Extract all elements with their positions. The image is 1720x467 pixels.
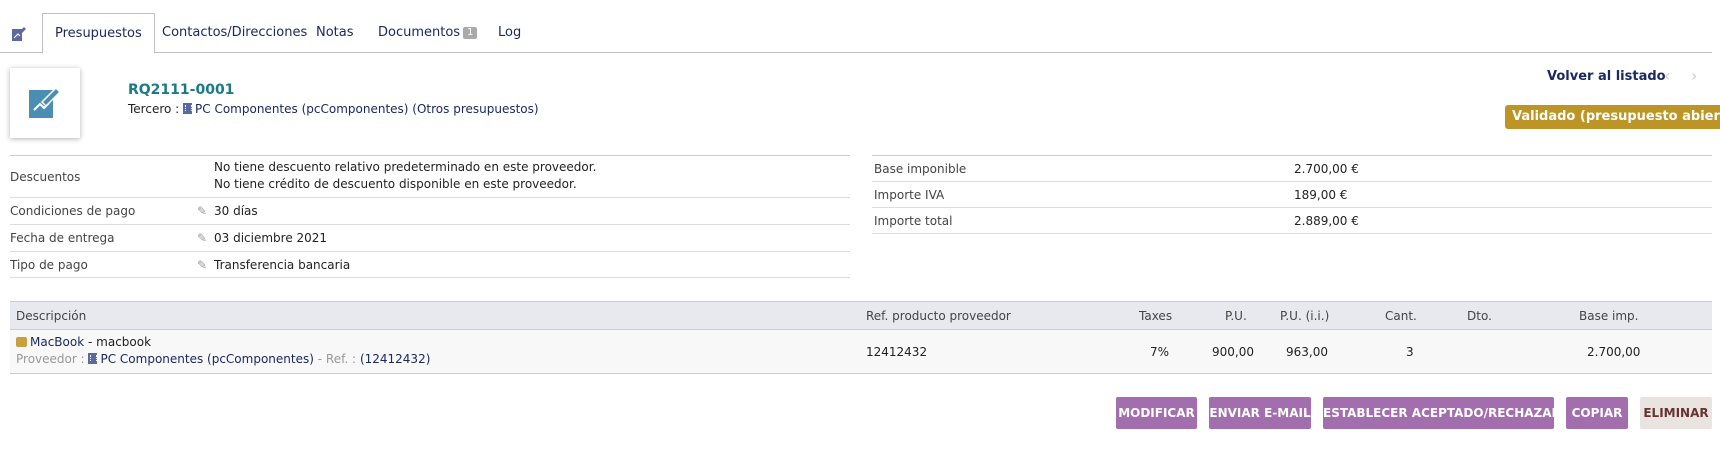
total-label: Importe total xyxy=(874,214,953,228)
payment-type-label: Tipo de pago xyxy=(10,258,88,272)
discounts-row: Descuentos No tiene descuento relativo p… xyxy=(10,156,850,198)
chevron-left-icon[interactable]: ‹ xyxy=(1664,66,1670,85)
col-qty: Cant. xyxy=(1385,309,1417,323)
delivery-date-value: 03 diciembre 2021 xyxy=(214,231,328,245)
delivery-date-row: Fecha de entrega ✎ 03 diciembre 2021 xyxy=(10,225,850,252)
proposal-logo xyxy=(10,68,80,138)
tab-log[interactable]: Log xyxy=(498,13,521,53)
taxes-cell: 7% xyxy=(1150,345,1170,359)
lines-header: Descripción Ref. producto proveedor Taxe… xyxy=(10,301,1712,330)
tab-contactos[interactable]: Contactos/Direcciones xyxy=(162,13,307,53)
discount-note-2: No tiene crédito de descuento disponible… xyxy=(214,177,577,191)
delete-button[interactable]: ELIMINAR xyxy=(1640,397,1712,429)
third-party-label: Tercero : xyxy=(128,102,180,116)
supplier-label: Proveedor : xyxy=(16,352,85,366)
company-icon xyxy=(183,103,193,114)
modify-button[interactable]: MODIFICAR xyxy=(1116,397,1197,429)
payment-type-row: Tipo de pago ✎ Transferencia bancaria xyxy=(10,252,850,278)
col-discount: Dto. xyxy=(1467,309,1492,323)
unit-price-cell: 900,00 xyxy=(1212,345,1254,359)
total-row: Importe total 2.889,00 € xyxy=(872,208,1712,234)
vat-value: 189,00 € xyxy=(1294,188,1348,202)
proposal-edit-icon xyxy=(29,86,62,118)
tab-documentos[interactable]: Documentos 1 xyxy=(378,13,478,53)
base-row: Base imponible 2.700,00 € xyxy=(872,156,1712,182)
chevron-right-icon[interactable]: › xyxy=(1691,66,1697,85)
product-link[interactable]: MacBook xyxy=(30,335,84,349)
tab-bar: Presupuestos Contactos/Direcciones Notas… xyxy=(0,13,1712,54)
supplier-line: Proveedor : PC Componentes (pcComponente… xyxy=(16,352,430,366)
back-to-list-link[interactable]: Volver al listado xyxy=(1547,69,1666,84)
set-status-button[interactable]: ESTABLECER ACEPTADO/RECHAZADO xyxy=(1323,397,1572,429)
send-email-button[interactable]: ENVIAR E-MAIL xyxy=(1209,397,1311,429)
proposal-ref: RQ2111-0001 xyxy=(128,82,235,98)
edit-pencil-icon[interactable]: ✎ xyxy=(197,258,207,272)
qty-cell: 3 xyxy=(1406,345,1414,359)
totals-table: Base imponible 2.700,00 € Importe IVA 18… xyxy=(872,155,1712,234)
edit-pencil-icon[interactable]: ✎ xyxy=(197,231,207,245)
third-party-link[interactable]: PC Componentes (pcComponentes) xyxy=(195,102,408,116)
discounts-label: Descuentos xyxy=(10,170,81,184)
payment-terms-value: 30 días xyxy=(214,204,258,218)
col-description: Descripción xyxy=(16,309,87,323)
base-label: Base imponible xyxy=(874,162,967,176)
tab-presupuestos[interactable]: Presupuestos xyxy=(42,13,155,54)
tab-notas[interactable]: Notas xyxy=(316,13,354,53)
supplier-ref-cell: 12412432 xyxy=(866,345,928,359)
vat-label: Importe IVA xyxy=(874,188,945,202)
product-box-icon xyxy=(16,337,27,347)
ref-value: (12412432) xyxy=(359,352,431,366)
col-supplier-ref: Ref. producto proveedor xyxy=(866,309,1011,323)
payment-terms-label: Condiciones de pago xyxy=(10,204,136,218)
tab-documentos-label: Documentos xyxy=(378,25,461,40)
col-unit-price-tax: P.U. (i.i.) xyxy=(1280,309,1330,323)
vat-row: Importe IVA 189,00 € xyxy=(872,182,1712,208)
payment-terms-row: Condiciones de pago ✎ 30 días xyxy=(10,198,850,225)
details-table: Descuentos No tiene descuento relativo p… xyxy=(10,155,850,278)
unit-price-tax-cell: 963,00 xyxy=(1286,345,1328,359)
base-cell: 2.700,00 xyxy=(1587,345,1641,359)
status-badge: Validado (presupuesto abierto) xyxy=(1505,105,1720,129)
col-base: Base imp. xyxy=(1579,309,1639,323)
product-name: - macbook xyxy=(88,335,152,349)
col-taxes: Taxes xyxy=(1139,309,1173,323)
delivery-date-label: Fecha de entrega xyxy=(10,231,115,245)
base-value: 2.700,00 € xyxy=(1294,162,1359,176)
copy-button[interactable]: COPIAR xyxy=(1566,397,1628,429)
ref-label: - Ref. : xyxy=(317,352,357,366)
other-proposals-link[interactable]: (Otros presupuestos) xyxy=(412,102,538,116)
supplier-link[interactable]: PC Componentes (pcComponentes) xyxy=(100,352,313,366)
documents-count-badge: 1 xyxy=(463,26,478,39)
edit-pencil-icon[interactable]: ✎ xyxy=(197,204,207,218)
col-unit-price: P.U. xyxy=(1225,309,1247,323)
third-party-line: Tercero : PC Componentes (pcComponentes)… xyxy=(128,102,539,116)
company-icon xyxy=(88,353,98,364)
discount-note-1: No tiene descuento relativo predetermina… xyxy=(214,160,597,174)
product-line: MacBook - macbook xyxy=(16,335,151,349)
payment-type-value: Transferencia bancaria xyxy=(214,258,351,272)
total-value: 2.889,00 € xyxy=(1294,214,1359,228)
table-row[interactable]: MacBook - macbook Proveedor : PC Compone… xyxy=(10,330,1712,374)
proposal-icon[interactable] xyxy=(11,26,27,42)
